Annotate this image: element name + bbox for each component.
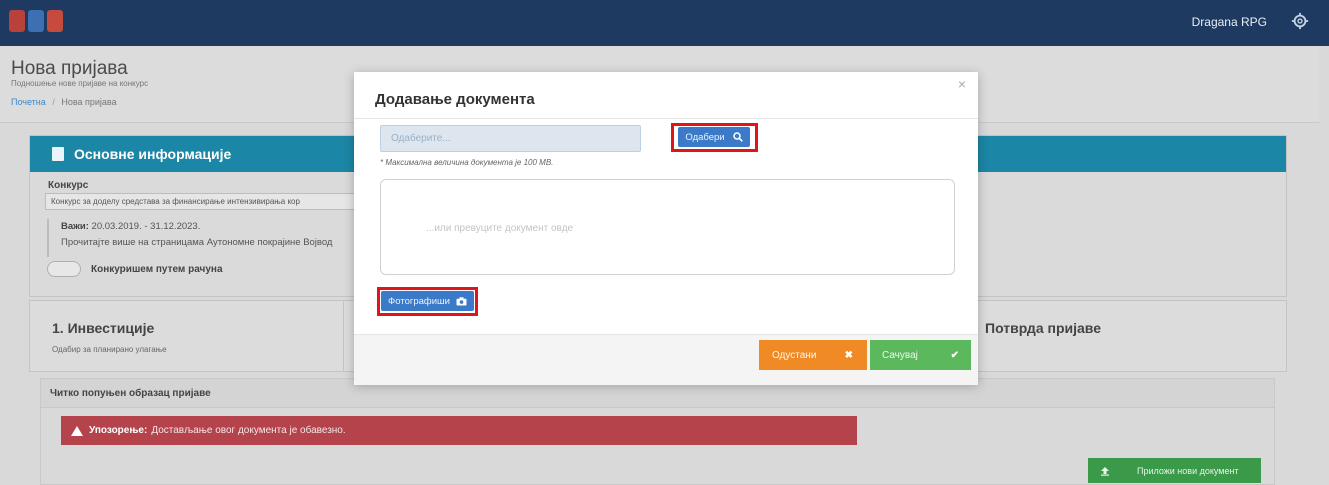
cancel-label: Одустани [772, 349, 817, 361]
cancel-button[interactable]: Одустани ✖ [759, 340, 867, 370]
save-label: Сачувај [882, 349, 918, 361]
save-button[interactable]: Сачувај ✔ [870, 340, 971, 370]
file-drop-zone[interactable]: ...или превуците документ овде [380, 179, 955, 275]
choose-button-highlight [671, 123, 758, 152]
photo-button-highlight [377, 287, 478, 316]
add-document-modal: Додавање документа × Одабери * Максималн… [354, 72, 978, 385]
modal-footer: Одустани ✖ Сачувај ✔ [354, 334, 978, 385]
drop-zone-text: ...или превуците документ овде [426, 223, 574, 234]
modal-divider [354, 118, 978, 119]
check-icon: ✔ [950, 349, 959, 361]
close-icon[interactable]: × [958, 76, 966, 92]
modal-title: Додавање документа [375, 91, 535, 108]
file-name-input[interactable] [380, 125, 641, 152]
close-icon: ✖ [844, 349, 853, 361]
max-size-note: * Максимална величина документа је 100 M… [380, 158, 554, 167]
